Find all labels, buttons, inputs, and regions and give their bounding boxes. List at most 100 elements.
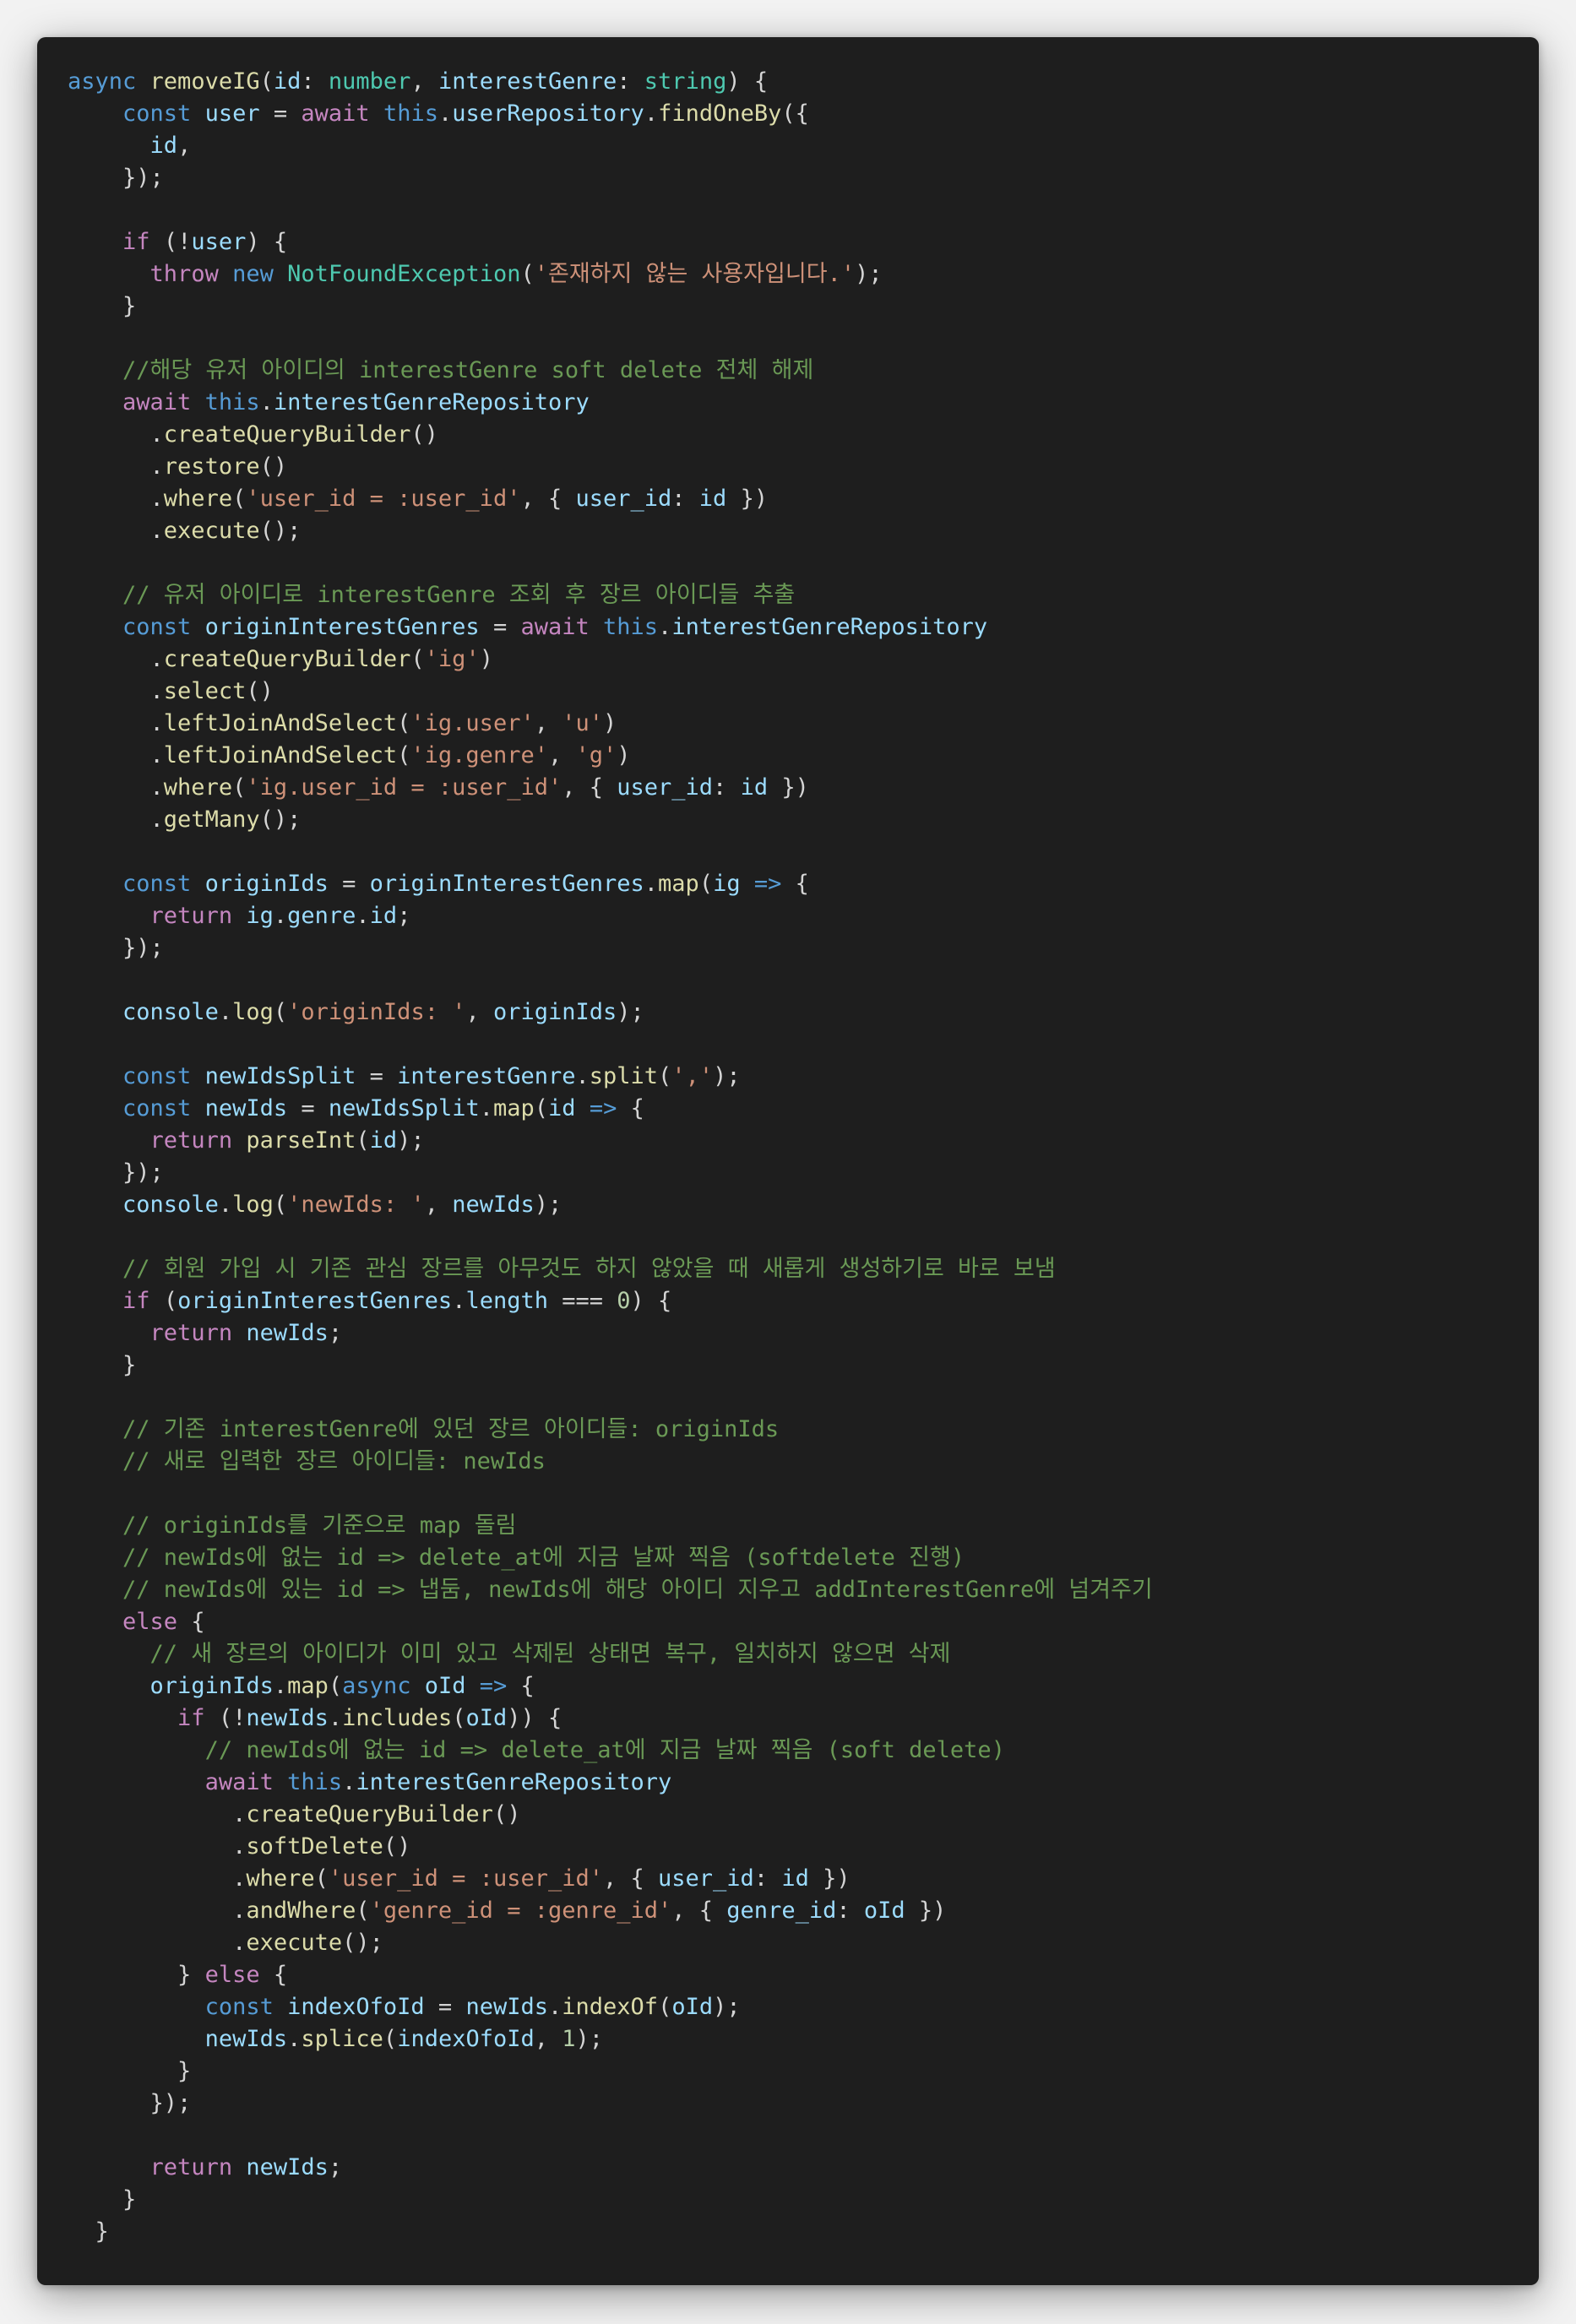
punctuation-token: [68, 1095, 122, 1121]
keyword-token: const: [122, 100, 205, 127]
comment-token: // 새 장르의 아이디가 이미 있고 삭제된 상태면 복구, 일치하지 않으면…: [149, 1641, 951, 1667]
punctuation-token: [68, 1512, 122, 1539]
punctuation-token: (): [246, 678, 274, 704]
function-name-token: where: [163, 486, 233, 512]
punctuation-token: );: [713, 1994, 741, 2020]
code-block[interactable]: async removeIG(id: number, interestGenre…: [68, 66, 1153, 2248]
code-line: return newIds;: [68, 1317, 1153, 1349]
punctuation-token: [68, 1737, 205, 1763]
punctuation-token: :: [301, 68, 329, 95]
punctuation-token: (: [452, 1705, 466, 1731]
code-line: }: [68, 2216, 1153, 2248]
punctuation-token: (: [328, 1673, 343, 1699]
identifier-token: oId: [424, 1673, 466, 1699]
string-literal-token: '존재하지 않는 사용자입니다.': [534, 261, 856, 287]
identifier-token: originInterestGenres: [204, 614, 480, 640]
punctuation-token: [68, 2154, 150, 2180]
punctuation-token: .: [575, 1063, 590, 1089]
identifier-token: interestGenreRepository: [356, 1769, 672, 1795]
control-keyword-token: if: [177, 1705, 219, 1731]
punctuation-token: {: [507, 1673, 535, 1699]
identifier-token: newIdsSplit: [328, 1095, 480, 1121]
punctuation-token: );: [713, 1063, 741, 1089]
identifier-token: oId: [671, 1994, 714, 2020]
punctuation-token: ;: [328, 2154, 343, 2180]
function-name-token: removeIG: [149, 68, 260, 95]
keyword-token: async: [342, 1673, 425, 1699]
punctuation-token: , {: [562, 774, 617, 801]
punctuation-token: [68, 1545, 122, 1571]
punctuation-token: [68, 1127, 150, 1154]
punctuation-token: ;: [397, 903, 411, 929]
punctuation-token: :: [617, 68, 644, 95]
function-name-token: execute: [163, 518, 260, 544]
code-line: // originIds를 기준으로 map 돌림: [68, 1510, 1153, 1542]
punctuation-token: [68, 261, 150, 287]
string-literal-token: 'user_id = :user_id': [328, 1865, 603, 1892]
code-line: .execute();: [68, 515, 1153, 547]
punctuation-token: ,: [547, 742, 576, 768]
punctuation-token: );: [397, 1127, 425, 1154]
function-name-token: leftJoinAndSelect: [163, 742, 398, 768]
punctuation-token: (: [383, 2026, 398, 2052]
code-line: // newIds에 없는 id => delete_at에 지금 날짜 찍음 …: [68, 1542, 1153, 1574]
code-line: .restore(): [68, 451, 1153, 483]
punctuation-token: (: [658, 1994, 672, 2020]
punctuation-token: [68, 903, 150, 929]
code-line: console.log('newIds: ', newIds);: [68, 1189, 1153, 1221]
code-line: .andWhere('genre_id = :genre_id', { genr…: [68, 1895, 1153, 1927]
code-line: const user = await this.userRepository.f…: [68, 98, 1153, 130]
punctuation-token: ({: [781, 100, 809, 127]
code-line: }: [68, 2055, 1153, 2088]
type-name-token: string: [644, 68, 727, 95]
string-literal-token: 'ig': [424, 646, 480, 672]
punctuation-token: .: [218, 1192, 233, 1218]
punctuation-token: (: [232, 486, 247, 512]
code-line: originIds.map(async oId => {: [68, 1670, 1153, 1702]
function-name-token: split: [589, 1063, 659, 1089]
punctuation-token: .: [68, 1865, 247, 1892]
punctuation-token: {: [191, 1609, 205, 1635]
string-literal-token: ',': [671, 1063, 714, 1089]
code-line: .where('ig.user_id = :user_id', { user_i…: [68, 772, 1153, 804]
keyword-token: new: [232, 261, 288, 287]
punctuation-token: .: [68, 742, 164, 768]
control-keyword-token: if: [122, 1288, 164, 1314]
identifier-token: indexOfoId: [397, 2026, 535, 2052]
punctuation-token: (: [232, 774, 247, 801]
punctuation-token: (: [397, 742, 411, 768]
identifier-token: console: [122, 999, 219, 1025]
code-line: .execute();: [68, 1927, 1153, 1959]
code-line: // 유저 아이디로 interestGenre 조회 후 장르 아이디들 추출: [68, 579, 1153, 611]
punctuation-token: =: [479, 614, 521, 640]
punctuation-token: (: [534, 1095, 549, 1121]
punctuation-token: :: [836, 1898, 864, 1924]
identifier-token: interestGenreRepository: [671, 614, 988, 640]
code-line: .leftJoinAndSelect('ig.user', 'u'): [68, 708, 1153, 740]
punctuation-token: [68, 1673, 150, 1699]
control-keyword-token: return: [149, 903, 247, 929]
punctuation-token: (: [410, 646, 425, 672]
punctuation-token: .: [68, 453, 164, 480]
identifier-token: user_id: [575, 486, 672, 512]
comment-token: // 회원 가입 시 기존 관심 장르를 아무것도 하지 않았을 때 새롭게 생…: [122, 1256, 1056, 1282]
punctuation-token: [68, 1063, 122, 1089]
number-literal-token: 0: [617, 1288, 631, 1314]
identifier-token: newIds: [204, 2026, 288, 2052]
code-line: .leftJoinAndSelect('ig.genre', 'g'): [68, 740, 1153, 772]
punctuation-token: (: [658, 1063, 672, 1089]
identifier-token: indexOfoId: [287, 1994, 425, 2020]
code-line: //해당 유저 아이디의 interestGenre soft delete 전…: [68, 355, 1153, 387]
punctuation-token: .: [68, 1801, 247, 1827]
punctuation-token: ();: [259, 806, 302, 833]
code-line: .createQueryBuilder(): [68, 1799, 1153, 1831]
function-name-token: leftJoinAndSelect: [163, 710, 398, 736]
punctuation-token: .: [644, 871, 659, 897]
identifier-token: id: [369, 903, 398, 929]
punctuation-token: ,: [424, 1192, 453, 1218]
function-name-token: includes: [342, 1705, 453, 1731]
punctuation-token: {: [781, 871, 809, 897]
identifier-token: console: [122, 1192, 219, 1218]
